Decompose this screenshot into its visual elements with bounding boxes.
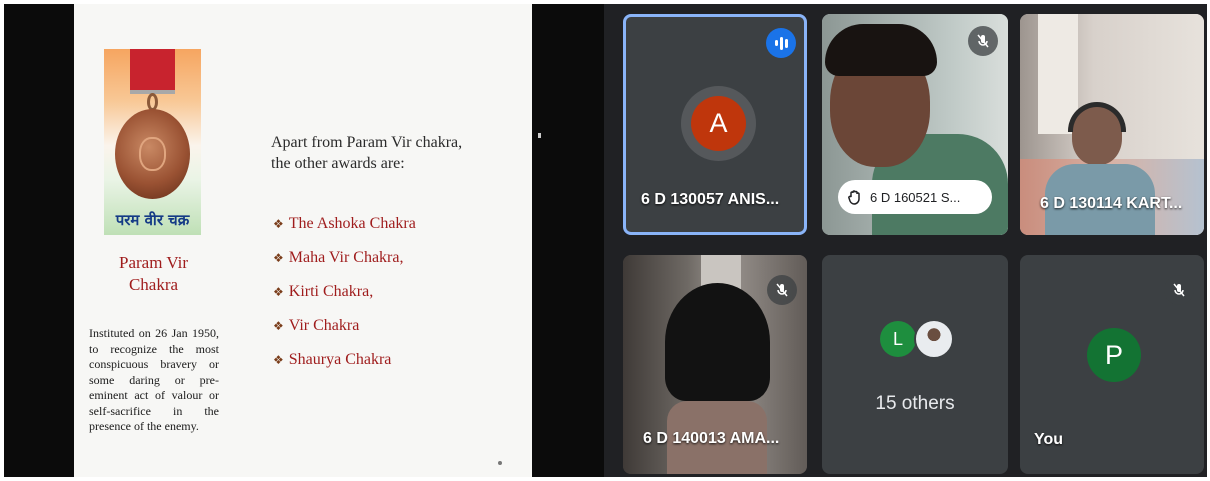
slide-dot bbox=[498, 461, 502, 465]
mic-off-icon bbox=[767, 275, 797, 305]
video-person-cap bbox=[665, 283, 770, 401]
bullet-diamond-icon: ❖ bbox=[273, 319, 284, 333]
participant-tile[interactable]: 6 D 130114 KART... bbox=[1020, 14, 1204, 235]
list-item: ❖ The Ashoka Chakra bbox=[273, 211, 416, 237]
participant-tile[interactable]: 6 D 160521 S... bbox=[822, 14, 1008, 235]
participant-name: You bbox=[1034, 431, 1064, 448]
hand-raised-pill: 6 D 160521 S... bbox=[838, 180, 992, 214]
list-item: ❖ Vir Chakra bbox=[273, 313, 416, 339]
awards-list: ❖ The Ashoka Chakra ❖ Maha Vir Chakra, ❖ Ki… bbox=[273, 211, 416, 381]
list-item: ❖ Kirti Chakra, bbox=[273, 279, 416, 305]
award-item-label: The Ashoka Chakra bbox=[288, 215, 416, 232]
award-item-label: Kirti Chakra, bbox=[288, 283, 374, 300]
intro-line1: Apart from Param Vir chakra, bbox=[271, 134, 463, 151]
list-item: ❖ Maha Vir Chakra, bbox=[273, 245, 416, 271]
bullet-diamond-icon: ❖ bbox=[273, 217, 284, 231]
hand-raised-icon bbox=[848, 190, 860, 205]
avatar-photo bbox=[914, 319, 954, 359]
mic-off-icon bbox=[968, 26, 998, 56]
bullet-diamond-icon: ❖ bbox=[273, 251, 284, 265]
avatar: L bbox=[880, 321, 916, 357]
participant-name: 6 D 140013 AMA... bbox=[643, 430, 780, 447]
others-count-label: 15 others bbox=[875, 393, 955, 414]
award-item-label: Shaurya Chakra bbox=[288, 351, 392, 368]
mouse-cursor bbox=[538, 133, 541, 138]
participant-name: 6 D 130114 KART... bbox=[1040, 195, 1183, 212]
bullet-diamond-icon: ❖ bbox=[273, 285, 284, 299]
others-tile[interactable]: L 15 others bbox=[822, 255, 1008, 474]
award-item-label: Maha Vir Chakra, bbox=[288, 249, 404, 266]
bullet-diamond-icon: ❖ bbox=[273, 353, 284, 367]
award-description: Instituted on 26 Jan 1950, to recognize … bbox=[89, 326, 219, 433]
medal-disc bbox=[115, 109, 190, 199]
award-item-label: Vir Chakra bbox=[288, 317, 360, 334]
participant-name: 6 D 130057 ANIS... bbox=[641, 191, 780, 208]
presentation-slide: परम वीर चक्र Param Vir Chakra Instituted… bbox=[74, 4, 532, 477]
medal-ribbon bbox=[130, 49, 175, 94]
participant-tile[interactable]: A 6 D 130057 ANIS... bbox=[623, 14, 807, 235]
video-person-hair bbox=[825, 24, 937, 76]
meeting-stage: परम वीर चक्र Param Vir Chakra Instituted… bbox=[4, 4, 1207, 477]
medal-emblem bbox=[139, 137, 166, 171]
award-name-line2: Chakra bbox=[128, 275, 179, 294]
self-tile[interactable]: P You bbox=[1020, 255, 1204, 474]
list-item: ❖ Shaurya Chakra bbox=[273, 347, 416, 373]
participant-tile[interactable]: 6 D 140013 AMA... bbox=[623, 255, 807, 474]
audio-wave-icon bbox=[766, 28, 796, 58]
avatar: A bbox=[691, 96, 746, 151]
award-name-heading: Param Vir Chakra bbox=[96, 252, 211, 296]
participant-name: 6 D 160521 S... bbox=[870, 189, 961, 205]
mic-off-icon bbox=[1164, 275, 1194, 305]
medal-hindi-caption: परम वीर चक्र bbox=[115, 211, 190, 229]
param-vir-chakra-medal-image: परम वीर चक्र bbox=[104, 49, 201, 235]
avatar: P bbox=[1087, 328, 1141, 382]
presentation-area[interactable]: परम वीर चक्र Param Vir Chakra Instituted… bbox=[4, 4, 604, 477]
awards-intro: Apart from Param Vir chakra, the other a… bbox=[271, 132, 491, 174]
award-name-line1: Param Vir bbox=[118, 253, 188, 272]
intro-line2: the other awards are: bbox=[271, 155, 405, 172]
